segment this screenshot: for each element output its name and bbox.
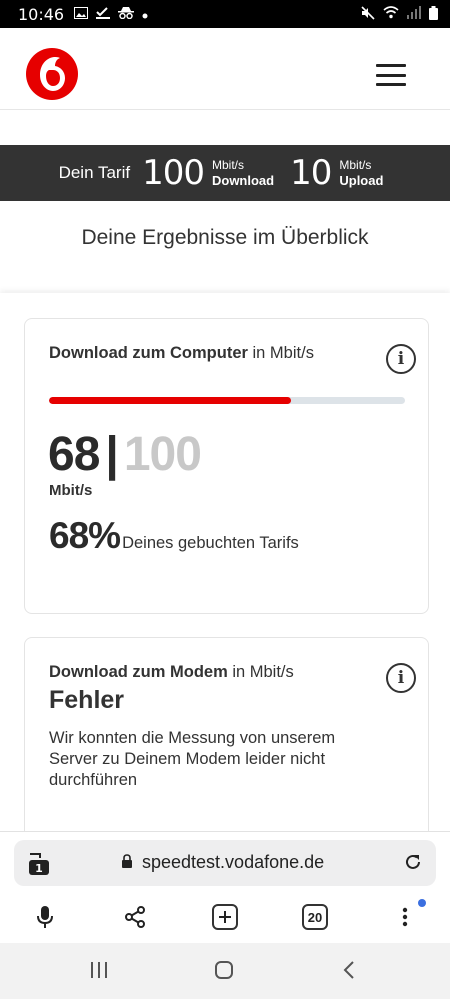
tariff-download-unit-box: Mbit/s Download	[212, 158, 274, 188]
speed-unit: Mbit/s	[49, 482, 93, 499]
more-menu-button[interactable]	[390, 899, 426, 932]
hamburger-icon-line	[376, 64, 406, 67]
tariff-upload-value: 10	[290, 153, 332, 193]
tariff-download-unit: Mbit/s	[211, 158, 244, 172]
percent-row: 68% Deines gebuchten Tarifs	[49, 515, 299, 557]
percent-value: 68%	[49, 515, 121, 556]
tariff-upload-unit-box: Mbit/s Upload	[339, 158, 383, 188]
share-icon	[125, 906, 145, 928]
tab-manager-icon[interactable]: 1	[26, 850, 50, 876]
card-title-unit: in Mbit/s	[247, 344, 314, 362]
signal-icon	[407, 6, 421, 22]
system-navigation-bar	[0, 943, 450, 999]
card-title-bold: Download zum Computer	[49, 344, 248, 362]
vodafone-logo[interactable]	[26, 48, 78, 100]
microphone-icon	[37, 906, 53, 928]
tariff-upload-label: Upload	[339, 173, 384, 188]
hamburger-menu-button[interactable]	[376, 64, 406, 86]
tariff-label: Dein Tarif	[58, 163, 131, 182]
battery-icon	[429, 5, 438, 23]
tariff-download-value: 100	[142, 153, 205, 193]
hamburger-icon-line	[376, 73, 406, 77]
reload-icon[interactable]	[404, 853, 422, 871]
browser-bottom-bar: 1 speedtest.vodafone.de 20	[0, 831, 450, 943]
error-title: Fehler	[49, 686, 125, 714]
site-header	[0, 28, 450, 110]
card-title-unit: in Mbit/s	[227, 663, 294, 681]
update-badge-dot	[418, 899, 426, 907]
more-vertical-icon	[402, 907, 408, 927]
info-icon[interactable]: i	[386, 344, 416, 374]
back-button[interactable]	[342, 961, 356, 984]
download-progress-bar	[49, 397, 405, 404]
checkmark-download-icon	[96, 6, 111, 22]
speed-separator: |	[105, 428, 118, 481]
add-tab-icon	[212, 904, 238, 930]
measured-speed: 68	[48, 428, 100, 481]
url-bar[interactable]: 1 speedtest.vodafone.de	[14, 840, 436, 886]
hamburger-icon-line	[376, 83, 406, 86]
recent-apps-button[interactable]	[89, 961, 109, 984]
wifi-icon	[383, 6, 399, 22]
incognito-icon	[118, 6, 135, 22]
status-bar: 10:46	[0, 0, 450, 28]
back-icon	[343, 961, 354, 979]
home-icon	[215, 961, 233, 979]
tariff-bar: Dein Tarif 100 Mbit/s Download 10 Mbit/s…	[0, 145, 450, 201]
tariff-download-label: Download	[211, 173, 275, 188]
card-title-bold: Download zum Modem	[49, 663, 228, 681]
error-text: Wir konnten die Messung von unserem Serv…	[49, 729, 336, 789]
results-overview-title: Deine Ergebnisse im Überblick	[81, 226, 369, 249]
download-modem-card: Download zum Modem in Mbit/s i Fehler Wi…	[24, 637, 429, 857]
card-title: Download zum Computer in Mbit/s	[49, 344, 314, 363]
tabs-button[interactable]: 20	[300, 902, 330, 932]
home-button[interactable]	[214, 961, 234, 986]
download-computer-card: Download zum Computer in Mbit/s i 68 | 100…	[24, 318, 429, 614]
share-button[interactable]	[120, 902, 150, 932]
gallery-icon	[74, 6, 89, 22]
tariff-upload-unit: Mbit/s	[339, 158, 372, 172]
tab-count-badge: 1	[35, 862, 43, 875]
microphone-button[interactable]	[30, 902, 60, 932]
notification-dot-icon	[142, 7, 148, 22]
tabs-count: 20	[302, 904, 328, 930]
recent-apps-icon	[91, 962, 107, 978]
speed-values: 68 | 100	[48, 427, 202, 482]
card-title: Download zum Modem in Mbit/s	[49, 663, 294, 682]
progress-fill	[49, 397, 292, 404]
url-text[interactable]: speedtest.vodafone.de	[142, 852, 324, 873]
browser-toolbar: 20	[0, 894, 450, 940]
status-time: 10:46	[18, 4, 65, 24]
percent-text: Deines gebuchten Tarifs	[122, 534, 299, 552]
booked-speed: 100	[123, 428, 202, 481]
mute-icon	[361, 5, 375, 23]
new-tab-button[interactable]	[210, 902, 240, 932]
lock-icon	[121, 854, 133, 869]
info-icon[interactable]: i	[386, 663, 416, 693]
